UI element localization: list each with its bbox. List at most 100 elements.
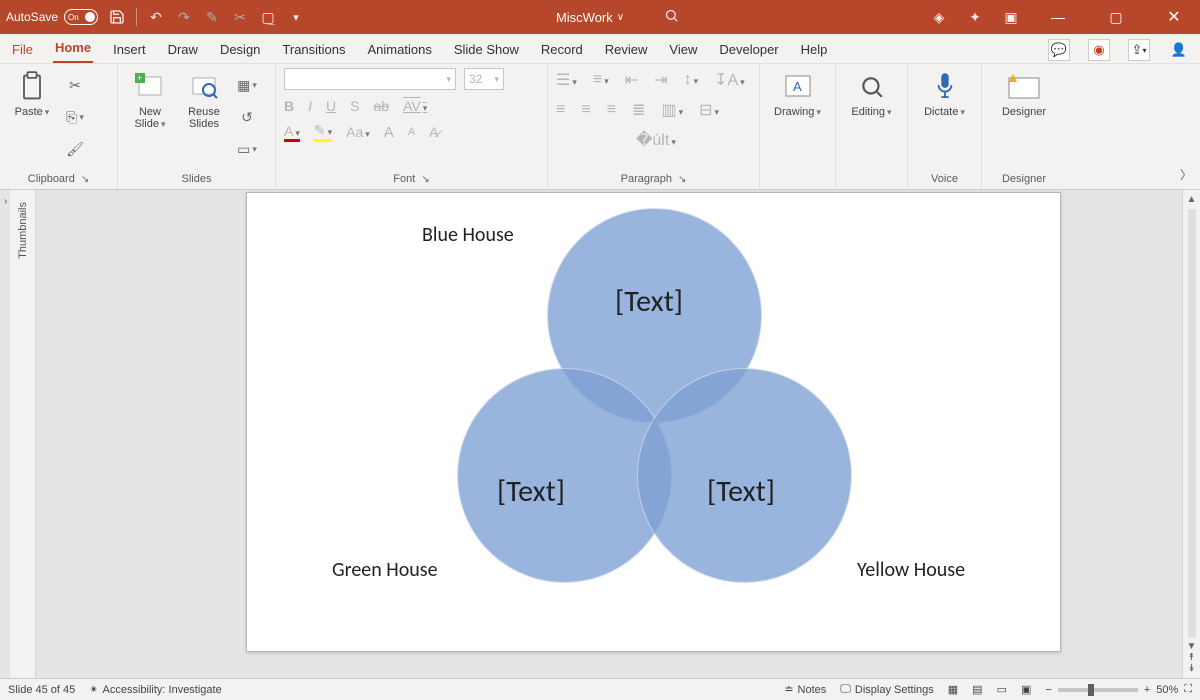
qat-overflow-icon[interactable]: ▾: [287, 8, 305, 26]
scroll-down-icon[interactable]: ▼: [1187, 641, 1197, 652]
columns-icon[interactable]: ▥: [661, 100, 683, 120]
view-reading-icon[interactable]: ▭: [997, 683, 1007, 696]
section-icon[interactable]: ▭: [234, 136, 260, 162]
accessibility-button[interactable]: ✴ Accessibility: Investigate: [89, 683, 221, 696]
thumbnails-panel[interactable]: Thumbnails: [10, 190, 36, 678]
strike-button[interactable]: ab: [373, 98, 389, 114]
venn-label-left[interactable]: Green House: [332, 558, 438, 582]
record-icon[interactable]: ◉: [1088, 39, 1110, 61]
share-icon[interactable]: ⇪ ▾: [1128, 39, 1150, 61]
designer-button[interactable]: Designer: [994, 68, 1054, 118]
justify-icon[interactable]: ≣: [632, 100, 645, 120]
vertical-scrollbar[interactable]: ▲ ▼ ⯭ ⯯: [1182, 190, 1200, 678]
new-slide-button[interactable]: + New Slide: [126, 68, 174, 130]
collapse-ribbon-icon[interactable]: 〉: [1180, 166, 1192, 183]
underline-button[interactable]: U: [326, 98, 336, 114]
view-normal-icon[interactable]: ▦: [948, 683, 958, 696]
quick-tool-1-icon[interactable]: ✎: [203, 8, 221, 26]
diamond-icon[interactable]: ◈: [930, 8, 948, 26]
format-painter-icon[interactable]: 🖌: [62, 136, 88, 162]
italic-button[interactable]: I: [308, 98, 312, 114]
slide[interactable]: Blue House Green House Yellow House [Tex…: [246, 192, 1061, 652]
scroll-up-icon[interactable]: ▲: [1187, 194, 1197, 205]
tab-draw[interactable]: Draw: [166, 36, 200, 63]
zoom-in-icon[interactable]: +: [1144, 684, 1150, 696]
align-center-icon[interactable]: ≡: [581, 101, 590, 119]
tab-animations[interactable]: Animations: [366, 36, 434, 63]
numbering-icon[interactable]: ≡: [593, 71, 609, 89]
tab-design[interactable]: Design: [218, 36, 262, 63]
venn-label-top[interactable]: Blue House: [422, 223, 514, 247]
maximize-button[interactable]: ▢: [1096, 0, 1136, 34]
char-spacing-button[interactable]: AV: [403, 98, 427, 114]
account-icon[interactable]: 👤: [1168, 39, 1190, 61]
tab-review[interactable]: Review: [603, 36, 650, 63]
smartart-convert-icon[interactable]: �últ: [636, 130, 676, 150]
paste-button[interactable]: Paste: [8, 68, 56, 118]
tab-slideshow[interactable]: Slide Show: [452, 36, 521, 63]
venn-text-left[interactable]: [Text]: [497, 473, 565, 510]
change-case-button[interactable]: Aa: [346, 124, 370, 140]
tab-developer[interactable]: Developer: [717, 36, 780, 63]
font-size-input[interactable]: 32▾: [464, 68, 504, 90]
zoom-slider[interactable]: [1058, 688, 1138, 692]
drawing-button[interactable]: A Drawing: [774, 68, 822, 118]
sparkle-icon[interactable]: ✦: [966, 8, 984, 26]
thumbnail-expand-icon[interactable]: ›: [0, 190, 10, 207]
layout-icon[interactable]: ▦: [234, 72, 260, 98]
view-sorter-icon[interactable]: ▤: [972, 683, 982, 696]
align-text-icon[interactable]: ⊟: [699, 100, 719, 120]
venn-label-right[interactable]: Yellow House: [857, 558, 965, 582]
redo-icon[interactable]: ↷: [175, 8, 193, 26]
indent-inc-icon[interactable]: ⇥: [654, 70, 667, 90]
venn-text-right[interactable]: [Text]: [707, 473, 775, 510]
notes-button[interactable]: ≐ Notes: [784, 683, 826, 696]
paragraph-launcher-icon[interactable]: ↘: [678, 174, 686, 185]
comments-icon[interactable]: 💬: [1048, 39, 1070, 61]
tab-help[interactable]: Help: [799, 36, 830, 63]
window-mode-icon[interactable]: ▣: [1002, 8, 1020, 26]
venn-text-top[interactable]: [Text]: [615, 283, 683, 320]
clear-format-button[interactable]: A̷: [429, 124, 438, 140]
reset-icon[interactable]: ↺: [234, 104, 260, 130]
scroll-track[interactable]: [1188, 209, 1196, 637]
search-icon[interactable]: [664, 8, 679, 26]
tab-transitions[interactable]: Transitions: [280, 36, 347, 63]
grow-font-button[interactable]: A: [384, 124, 394, 141]
cut-icon[interactable]: ✂: [62, 72, 88, 98]
bullets-icon[interactable]: ☰: [556, 70, 577, 90]
tab-home[interactable]: Home: [53, 34, 93, 63]
font-launcher-icon[interactable]: ↘: [421, 174, 429, 185]
copy-icon[interactable]: ⎘: [62, 104, 88, 130]
bold-button[interactable]: B: [284, 98, 294, 114]
document-title[interactable]: MiscWork∨: [556, 10, 624, 25]
minimize-button[interactable]: —: [1038, 0, 1078, 34]
present-icon[interactable]: ▢̲: [259, 8, 277, 26]
highlight-icon[interactable]: ✎: [314, 122, 332, 142]
slide-canvas[interactable]: Blue House Green House Yellow House [Tex…: [36, 190, 1200, 678]
fit-window-icon[interactable]: ⛶: [1184, 683, 1192, 696]
editing-button[interactable]: Editing: [848, 68, 896, 118]
font-family-input[interactable]: ▾: [284, 68, 456, 90]
quick-tool-2-icon[interactable]: ✂: [231, 8, 249, 26]
zoom-level[interactable]: 50%: [1156, 684, 1178, 696]
dictate-button[interactable]: Dictate: [921, 68, 969, 118]
tab-file[interactable]: File: [10, 36, 35, 63]
view-slideshow-icon[interactable]: ▣: [1021, 683, 1031, 696]
zoom-out-icon[interactable]: −: [1045, 684, 1051, 696]
save-icon[interactable]: [108, 8, 126, 26]
shrink-font-button[interactable]: A: [408, 126, 415, 138]
next-slide-icon[interactable]: ⯯: [1189, 663, 1195, 674]
align-left-icon[interactable]: ≡: [556, 101, 565, 119]
prev-slide-icon[interactable]: ⯭: [1189, 652, 1195, 663]
align-right-icon[interactable]: ≡: [607, 101, 616, 119]
font-color-icon[interactable]: A: [284, 123, 300, 142]
tab-view[interactable]: View: [667, 36, 699, 63]
tab-record[interactable]: Record: [539, 36, 585, 63]
shadow-button[interactable]: S: [350, 98, 359, 114]
clipboard-launcher-icon[interactable]: ↘: [81, 174, 89, 185]
indent-dec-icon[interactable]: ⇤: [625, 70, 638, 90]
tab-insert[interactable]: Insert: [111, 36, 148, 63]
undo-icon[interactable]: ↶: [147, 8, 165, 26]
display-settings-button[interactable]: 🖵 Display Settings: [840, 683, 933, 696]
